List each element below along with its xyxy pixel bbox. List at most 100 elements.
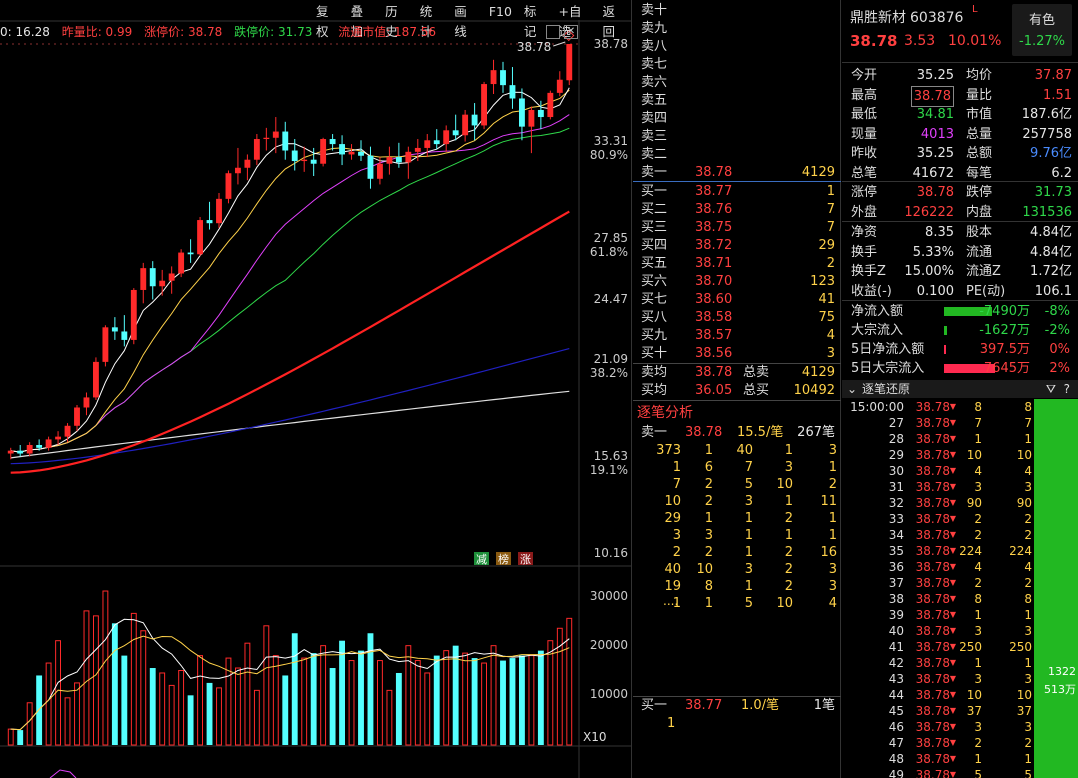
volume-bar (234, 667, 241, 746)
time-sales-header[interactable]: ⌄ 逐笔还原 ⛛ ? (842, 380, 1078, 398)
ts-price: 38.78 (915, 512, 950, 526)
bid-label: 买四 (641, 238, 668, 253)
bid-row[interactable]: 买五 38.71 2 (633, 255, 841, 273)
quote-label: 跌停 (966, 185, 993, 200)
tick-analysis-row: 40 10 3 2 3 (633, 561, 841, 578)
ts-volume: 10 (966, 448, 982, 462)
candle-body (26, 444, 33, 454)
volume-bar (462, 652, 469, 746)
ask-row[interactable]: 卖九 (633, 20, 841, 38)
capital-flow-row: 5日大宗流入 7645万 2% (842, 359, 1078, 378)
close-icon[interactable]: ✕ (564, 25, 578, 39)
time-sales-volume-bar: 1322 513万 (1034, 399, 1078, 778)
volume-bar (301, 657, 308, 746)
ts-volume: 3 (974, 720, 982, 734)
bid-price: 38.72 (695, 238, 733, 253)
ask-row[interactable]: 卖十 (633, 2, 841, 20)
time-sales-row: 49 38.78 ▼ 5 5 (842, 767, 1034, 778)
tick-cell: 19 (664, 579, 681, 594)
toolbar-fuquan-button[interactable]: 复权 (310, 2, 345, 39)
tick-analysis-row: 19 8 1 2 3 (633, 578, 841, 595)
ask-row[interactable]: 卖三 (633, 128, 841, 146)
ts-volume: 1 (974, 432, 982, 446)
candle-body (36, 444, 43, 448)
candle-body (339, 144, 346, 155)
ts-time: 27 (888, 416, 904, 430)
ts-time: 29 (888, 448, 904, 462)
ma30-line (10, 127, 570, 453)
toolbar-mark-button[interactable]: 标记 (518, 2, 553, 39)
bid-row[interactable]: 买七 38.60 41 (633, 291, 841, 309)
ask-row[interactable]: 卖五 (633, 92, 841, 110)
candle-body (462, 114, 469, 136)
toolbar-f10-button[interactable]: F10 (483, 2, 518, 22)
tick-foot-first: 1 (667, 716, 676, 731)
info-toggle-button[interactable] (546, 25, 560, 39)
tick-cell: 1 (784, 528, 793, 543)
tick-cell: 2 (828, 477, 837, 492)
quote-label: 今开 (851, 68, 878, 83)
volume-bar (452, 645, 459, 745)
time-sales-list[interactable]: 15:00:00 38.78 ▼ 8 8 27 38.78 ▼ 7 7 28 38.… (842, 399, 1034, 778)
ask-row[interactable]: 卖四 (633, 110, 841, 128)
toolbar-stats-button[interactable]: 统计 (414, 2, 449, 39)
kline-chart[interactable]: 38.78 减榜涨 (0, 0, 632, 778)
bid-price: 38.77 (695, 184, 733, 199)
toolbar-history-button[interactable]: 历史 (379, 2, 414, 39)
toolbar-draw-button[interactable]: 画线 (448, 2, 483, 39)
volume-bar (55, 640, 62, 746)
bid-row[interactable]: 买四 38.72 29 (633, 237, 841, 255)
ts-time: 49 (888, 768, 904, 778)
ask-row[interactable]: 卖六 (633, 74, 841, 92)
kline-chart-pane[interactable]: 38.78 减榜涨 复权 叠加 历史 统计 画线 F10 标记 +自选 返回 0:… (0, 0, 632, 778)
ts-volume-total: 8 (1024, 592, 1032, 606)
tick-analysis-head: 卖一 38.78 15.5/笔 267笔 (641, 425, 835, 440)
tick-cell: 3 (744, 494, 753, 509)
candle-body (263, 137, 270, 140)
bid-row[interactable]: 买十 38.56 3 (633, 345, 841, 363)
filter-icon[interactable]: ⛛ (1046, 380, 1056, 398)
toolbar-overlay-button[interactable]: 叠加 (345, 2, 380, 39)
candle-body (149, 268, 156, 287)
bid-row[interactable]: 买六 38.70 123 (633, 273, 841, 291)
bid-row[interactable]: 买九 38.57 4 (633, 327, 841, 345)
ask-row[interactable]: 卖一 38.78 4129 (633, 164, 841, 182)
bid-row[interactable]: 买二 38.76 7 (633, 201, 841, 219)
tick-cell: 1 (704, 511, 713, 526)
quote-row: 外盘 126222 内盘 131536 (842, 203, 1078, 222)
bid-row[interactable]: 买三 38.75 7 (633, 219, 841, 237)
ts-volume: 7 (974, 416, 982, 430)
ask-row[interactable]: 卖二 (633, 146, 841, 164)
ask-label: 卖四 (641, 111, 668, 126)
volume-bar (216, 687, 222, 746)
volume-bar (178, 670, 185, 746)
ts-time: 44 (888, 688, 904, 702)
candle-body (253, 139, 260, 160)
toolbar-back-button[interactable]: 返回 (596, 2, 631, 39)
help-icon[interactable]: ? (1064, 380, 1070, 398)
ask-row[interactable]: 卖七 (633, 56, 841, 74)
ask-label: 卖八 (641, 39, 668, 54)
tick-cell: 11 (820, 494, 837, 509)
tick-cell: 40 (664, 562, 681, 577)
ask-row[interactable]: 卖八 (633, 38, 841, 56)
ts-price: 38.78 (915, 768, 950, 778)
volume-bar (206, 682, 213, 745)
flow-pct: -8% (1044, 304, 1070, 319)
ts-volume-total: 2 (1024, 576, 1032, 590)
info-limit-down: 跌停价: 31.73 (234, 25, 313, 39)
candle-body (301, 159, 308, 162)
volume-bar (471, 658, 478, 745)
ask-label: 卖九 (641, 21, 668, 36)
bid-row[interactable]: 买一 38.77 1 (633, 183, 841, 201)
chevron-down-icon[interactable]: ⌄ (847, 380, 857, 398)
bid-row[interactable]: 买八 38.58 75 (633, 309, 841, 327)
y-tick-label: 80.9% (589, 148, 628, 162)
ts-volume: 37 (966, 704, 982, 718)
ts-time: 35 (888, 544, 904, 558)
ts-volume: 2 (974, 576, 982, 590)
sector-name: 有色 (1028, 13, 1055, 28)
tick-analysis-title[interactable]: 逐笔分析 (637, 402, 693, 422)
toolbar-add-watchlist-button[interactable]: +自选 (552, 2, 596, 39)
sector-badge[interactable]: 有色 -1.27% (1012, 4, 1072, 56)
